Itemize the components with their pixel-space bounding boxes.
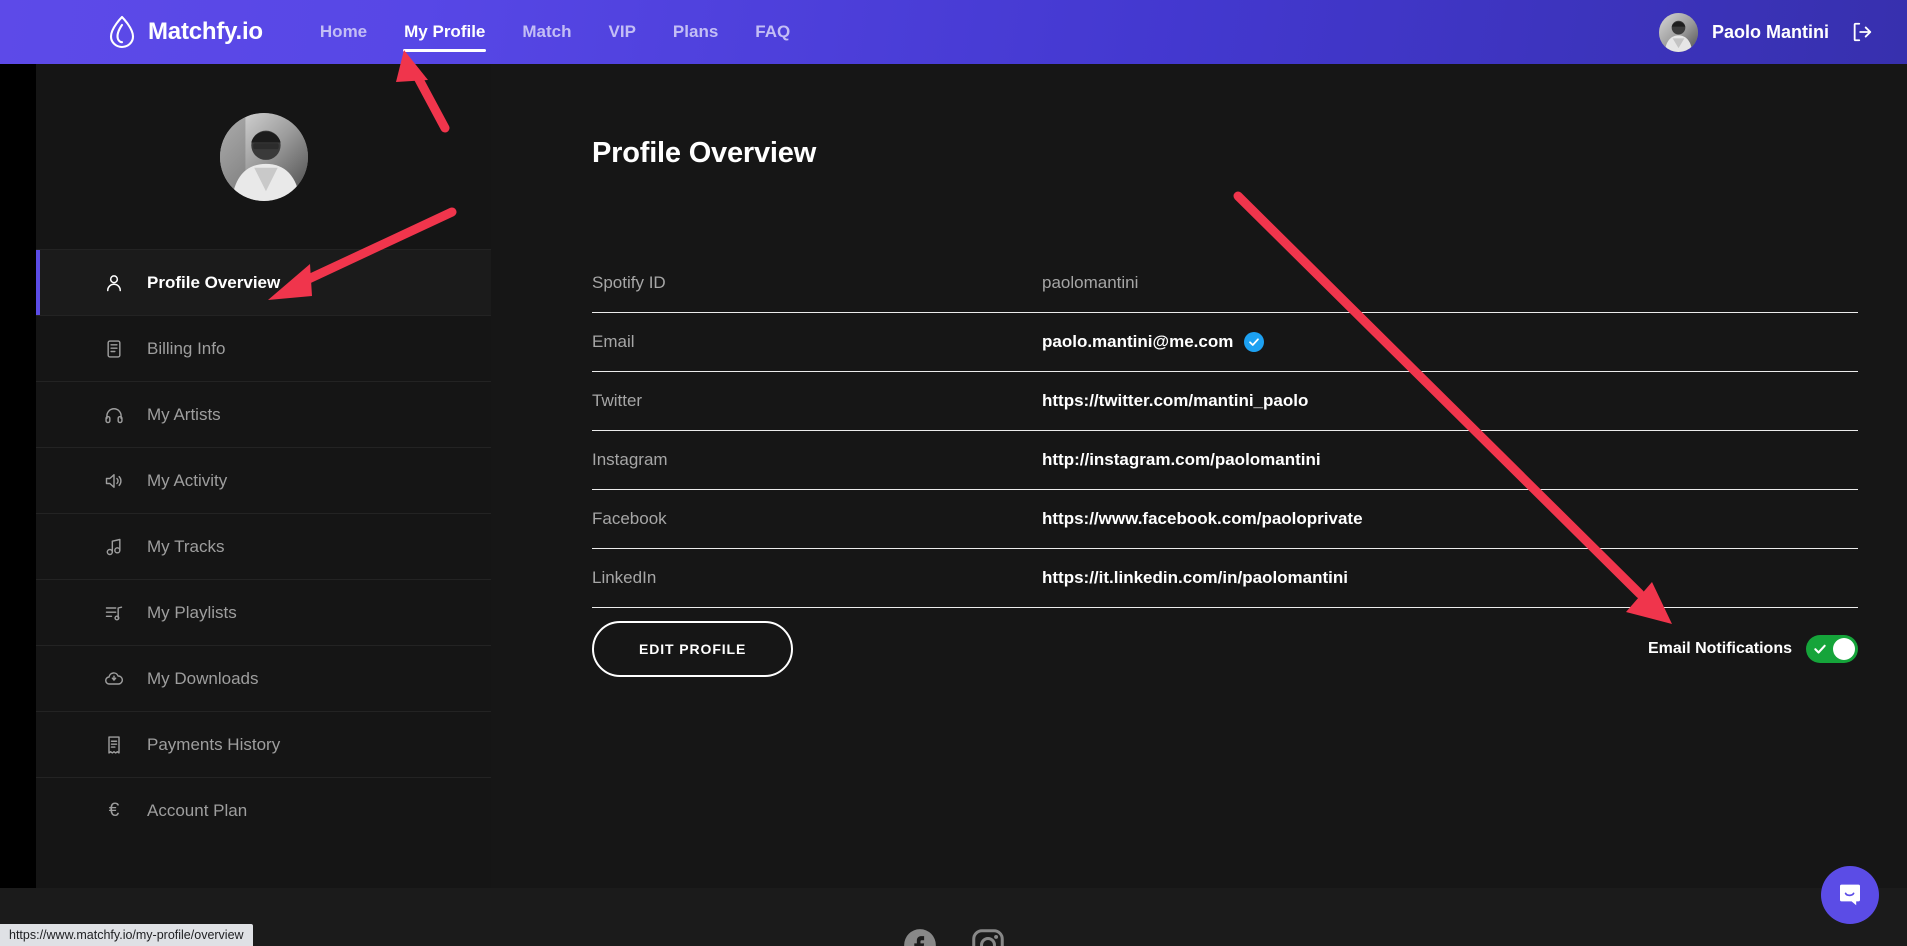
sidebar-item-my-artists[interactable]: My Artists: [36, 382, 491, 448]
sidebar-item-my-playlists[interactable]: My Playlists: [36, 580, 491, 646]
sidebar-avatar-wrap: [36, 64, 491, 250]
chat-widget-button[interactable]: [1821, 866, 1879, 924]
check-icon: [1814, 644, 1826, 654]
receipt-icon: [104, 735, 124, 755]
user-name: Paolo Mantini: [1712, 21, 1829, 42]
speaker-icon: [104, 471, 124, 491]
brand-name: Matchfy.io: [148, 18, 263, 45]
table-row: Twitter https://twitter.com/mantini_paol…: [592, 372, 1858, 431]
user-icon: [104, 273, 124, 293]
nav-item-plans[interactable]: Plans: [672, 18, 719, 47]
row-value-twitter[interactable]: https://twitter.com/mantini_paolo: [1042, 391, 1308, 411]
nav-item-vip[interactable]: VIP: [608, 18, 637, 47]
facebook-icon[interactable]: [901, 926, 939, 946]
headphones-icon: [104, 405, 124, 425]
table-row: Instagram http://instagram.com/paolomant…: [592, 431, 1858, 490]
brand[interactable]: Matchfy.io: [107, 15, 263, 49]
nav-item-match[interactable]: Match: [521, 18, 572, 47]
browser-status-bar: https://www.matchfy.io/my-profile/overvi…: [0, 924, 253, 946]
site-header: Matchfy.io Home My Profile Match VIP Pla…: [0, 0, 1907, 64]
row-label: Email: [592, 332, 635, 351]
main-content: Profile Overview Spotify ID paolomantini…: [491, 64, 1907, 946]
sidebar-item-label: My Playlists: [147, 602, 237, 622]
user-area: Paolo Mantini: [1659, 0, 1873, 64]
cloud-download-icon: [104, 669, 124, 689]
row-value-email-wrap: paolo.mantini@me.com: [1042, 332, 1265, 352]
row-label: Twitter: [592, 391, 643, 410]
logout-icon[interactable]: [1851, 21, 1873, 43]
sidebar-item-label: Account Plan: [147, 801, 248, 820]
sidebar-item-label: My Tracks: [147, 536, 225, 556]
verified-check-icon: [1244, 332, 1265, 352]
sidebar-item-profile-overview[interactable]: Profile Overview: [36, 250, 491, 316]
row-value-linkedin[interactable]: https://it.linkedin.com/in/paolomantini: [1042, 568, 1348, 588]
profile-info-table: Spotify ID paolomantini Email paolo.mant…: [592, 254, 1858, 608]
toggle-knob: [1833, 638, 1855, 660]
chat-bubble-smile-icon: [1840, 884, 1860, 906]
table-row: Spotify ID paolomantini: [592, 254, 1858, 313]
site-footer: [0, 888, 1907, 946]
sidebar-item-label: My Downloads: [147, 668, 259, 688]
row-value-instagram[interactable]: http://instagram.com/paolomantini: [1042, 450, 1321, 470]
avatar[interactable]: [1659, 12, 1698, 52]
row-value-spotify-id: paolomantini: [1042, 273, 1139, 292]
avatar: [219, 112, 308, 201]
sidebar-item-label: Billing Info: [147, 338, 226, 358]
sidebar-item-my-tracks[interactable]: My Tracks: [36, 514, 491, 580]
sidebar: Profile Overview Billing Info My Artists: [36, 64, 491, 888]
sidebar-item-my-activity[interactable]: My Activity: [36, 448, 491, 514]
page-root: Matchfy.io Home My Profile Match VIP Pla…: [0, 0, 1907, 946]
profile-actions-row: EDIT PROFILE Email Notifications: [592, 619, 1858, 679]
row-value-email: paolo.mantini@me.com: [1042, 332, 1234, 351]
nav-item-home[interactable]: Home: [319, 18, 368, 47]
sidebar-item-account-plan[interactable]: € Account Plan: [36, 778, 491, 844]
sidebar-item-label: My Activity: [147, 470, 228, 490]
edit-profile-button[interactable]: EDIT PROFILE: [592, 621, 794, 677]
nav-item-faq[interactable]: FAQ: [754, 18, 791, 47]
instagram-icon[interactable]: [969, 926, 1007, 946]
nav-item-my-profile[interactable]: My Profile: [403, 18, 487, 52]
sidebar-item-label: Payments History: [147, 734, 281, 754]
main-nav: Home My Profile Match VIP Plans FAQ: [319, 0, 791, 64]
row-label: Spotify ID: [592, 273, 666, 292]
email-notifications-toggle[interactable]: [1806, 635, 1858, 663]
playlist-icon: [104, 603, 124, 623]
row-value-facebook[interactable]: https://www.facebook.com/paoloprivate: [1042, 509, 1363, 529]
sidebar-item-payments-history[interactable]: Payments History: [36, 712, 491, 778]
sidebar-item-billing-info[interactable]: Billing Info: [36, 316, 491, 382]
row-label: LinkedIn: [592, 568, 657, 587]
euro-icon: €: [108, 800, 120, 821]
table-row: LinkedIn https://it.linkedin.com/in/paol…: [592, 549, 1858, 608]
email-notifications-label: Email Notifications: [1647, 640, 1792, 657]
row-label: Facebook: [592, 509, 667, 528]
table-row: Email paolo.mantini@me.com: [592, 313, 1858, 372]
sidebar-item-label: My Artists: [147, 404, 221, 424]
music-note-icon: [104, 537, 124, 557]
table-row: Facebook https://www.facebook.com/paolop…: [592, 490, 1858, 549]
row-label: Instagram: [592, 450, 668, 469]
sidebar-item-label: Profile Overview: [147, 272, 281, 292]
sidebar-item-my-downloads[interactable]: My Downloads: [36, 646, 491, 712]
email-notifications-group: Email Notifications: [1648, 635, 1858, 663]
document-icon: [104, 339, 124, 359]
page-title: Profile Overview: [592, 137, 817, 169]
flame-droplet-icon: [107, 15, 137, 49]
